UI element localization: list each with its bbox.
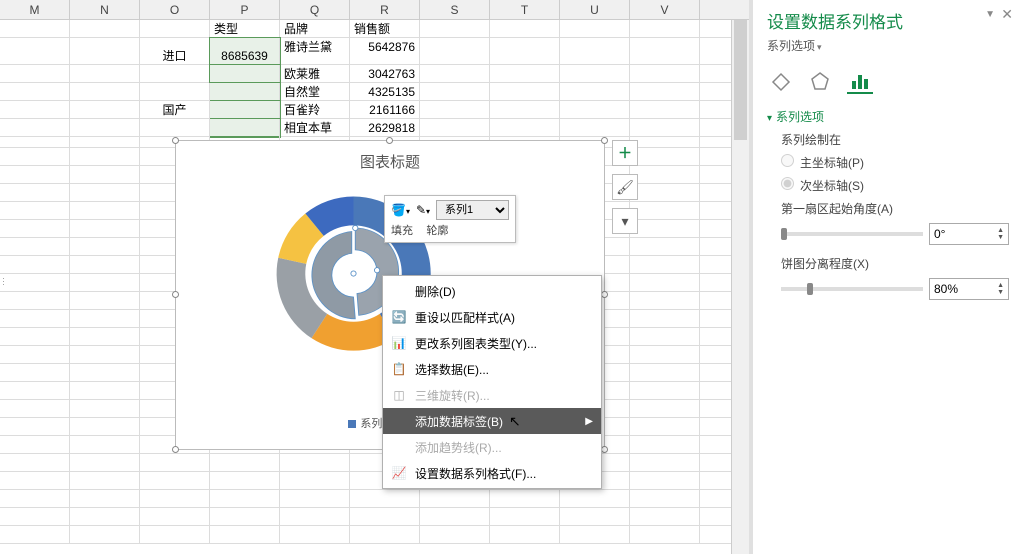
- col-header[interactable]: M: [0, 0, 70, 19]
- context-menu: 删除(D) 🔄重设以匹配样式(A) 📊更改系列图表类型(Y)... 📋选择数据(…: [382, 275, 602, 489]
- menu-delete[interactable]: 删除(D): [383, 278, 601, 304]
- menu-add-trendline: 添加趋势线(R)...: [383, 434, 601, 460]
- outline-icon[interactable]: ✎▾: [416, 203, 430, 217]
- rotate-3d-icon: ◫: [389, 388, 409, 402]
- spinner-icon[interactable]: ▲▼: [997, 227, 1004, 241]
- chart-floating-buttons: ＋ 🖌 ▾: [612, 140, 638, 242]
- vertical-scrollbar[interactable]: [731, 20, 749, 554]
- cell-type2[interactable]: 国产: [140, 83, 210, 137]
- menu-select-data[interactable]: 📋选择数据(E)...: [383, 356, 601, 382]
- series-options-tab[interactable]: [847, 68, 873, 94]
- reset-icon: 🔄: [389, 310, 409, 324]
- fill-label: 填充: [391, 225, 413, 237]
- cell-brand-header[interactable]: 品牌: [280, 20, 350, 37]
- menu-format-data-series[interactable]: 📈设置数据系列格式(F)...: [383, 460, 601, 486]
- col-header[interactable]: S: [420, 0, 490, 19]
- chart-styles-button[interactable]: 🖌: [612, 174, 638, 200]
- paint-bucket-icon: [769, 70, 791, 92]
- effects-icon: [809, 70, 831, 92]
- angle-spin[interactable]: 0°▲▼: [929, 223, 1009, 245]
- menu-3d-rotation: ◫三维旋转(R)...: [383, 382, 601, 408]
- funnel-icon: ▾: [621, 213, 628, 230]
- col-header[interactable]: U: [560, 0, 630, 19]
- col-header[interactable]: Q: [280, 0, 350, 19]
- chart-title[interactable]: 图表标题: [176, 141, 604, 172]
- cell-sales-header[interactable]: 销售额: [350, 20, 420, 37]
- cell[interactable]: 2161166: [350, 101, 420, 118]
- format-pane: ▼ ✕ 设置数据系列格式 系列选项 系列选项 系列绘制在 主坐标轴(P) 次坐标…: [753, 0, 1023, 554]
- effects-tab[interactable]: [807, 68, 833, 94]
- col-header[interactable]: P: [210, 0, 280, 19]
- pane-dropdown-icon[interactable]: ▼: [985, 9, 995, 20]
- select-data-icon: 📋: [389, 362, 409, 376]
- series-dropdown[interactable]: 系列1: [436, 200, 509, 220]
- cell[interactable]: 欧莱雅: [280, 65, 350, 82]
- series-options-dropdown[interactable]: 系列选项: [767, 39, 822, 53]
- cell[interactable]: 4325135: [350, 83, 420, 100]
- format-series-icon: 📈: [389, 466, 409, 480]
- cell[interactable]: 雅诗兰黛: [280, 38, 350, 64]
- secondary-axis-radio[interactable]: 次坐标轴(S): [781, 177, 1009, 194]
- primary-axis-radio[interactable]: 主坐标轴(P): [781, 154, 1009, 171]
- mini-toolbar[interactable]: 🪣▾ ✎▾ 系列1 填充 轮廓: [384, 195, 516, 243]
- explosion-label: 饼图分离程度(X): [781, 255, 1009, 272]
- chart-type-icon: 📊: [389, 336, 409, 350]
- spinner-icon[interactable]: ▲▼: [997, 282, 1004, 296]
- pane-title: 设置数据系列格式: [767, 8, 1009, 33]
- col-header[interactable]: N: [70, 0, 140, 19]
- plotted-on-label: 系列绘制在: [781, 131, 1009, 148]
- col-header[interactable]: V: [630, 0, 700, 19]
- menu-add-data-labels[interactable]: 添加数据标签(B)▶: [383, 408, 601, 434]
- worksheet-area[interactable]: M N O P Q R S T U V 类型 品牌 销售额 进口 8685639…: [0, 0, 749, 554]
- cell[interactable]: 5642876: [350, 38, 420, 64]
- menu-reset-style[interactable]: 🔄重设以匹配样式(A): [383, 304, 601, 330]
- menu-change-chart-type[interactable]: 📊更改系列图表类型(Y)...: [383, 330, 601, 356]
- submenu-arrow-icon: ▶: [585, 416, 593, 427]
- series-options-section[interactable]: 系列选项: [767, 108, 1009, 125]
- angle-slider[interactable]: [781, 232, 923, 236]
- bar-chart-icon: [849, 69, 871, 91]
- fill-line-tab[interactable]: [767, 68, 793, 94]
- explosion-spin[interactable]: 80%▲▼: [929, 278, 1009, 300]
- chart-filters-button[interactable]: ▾: [612, 208, 638, 234]
- cell-grid[interactable]: 类型 品牌 销售额 进口 8685639 雅诗兰黛 5642876 欧莱雅 30…: [0, 20, 749, 137]
- close-icon[interactable]: ✕: [1001, 6, 1013, 23]
- column-headers: M N O P Q R S T U V: [0, 0, 749, 20]
- explosion-slider[interactable]: [781, 287, 923, 291]
- chart-elements-button[interactable]: ＋: [612, 140, 638, 166]
- cell[interactable]: 百雀羚: [280, 101, 350, 118]
- cell[interactable]: 自然堂: [280, 83, 350, 100]
- cell[interactable]: 3042763: [350, 65, 420, 82]
- col-header[interactable]: R: [350, 0, 420, 19]
- brush-icon: 🖌: [616, 179, 634, 196]
- plus-icon: ＋: [618, 143, 632, 163]
- first-slice-angle-label: 第一扇区起始角度(A): [781, 200, 1009, 217]
- col-header[interactable]: O: [140, 0, 210, 19]
- col-header[interactable]: T: [490, 0, 560, 19]
- cell-type-header[interactable]: 类型: [210, 20, 280, 37]
- fill-icon[interactable]: 🪣▾: [391, 203, 410, 217]
- outline-label: 轮廓: [426, 225, 448, 237]
